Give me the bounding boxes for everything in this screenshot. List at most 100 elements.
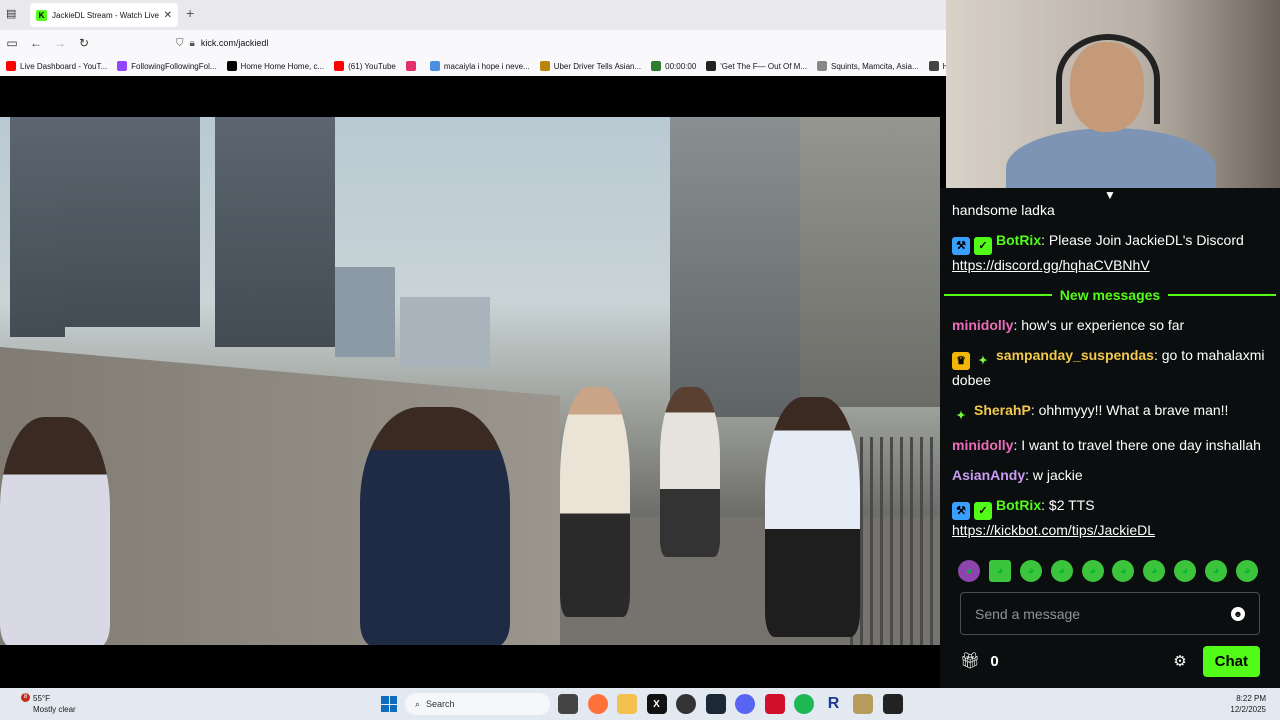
chat-message: ⚒ ✓ BotRix: Please Join JackieDL's Discord… xyxy=(952,230,1268,275)
app-icon[interactable]: X xyxy=(646,694,667,714)
discord-icon[interactable] xyxy=(735,694,755,714)
taskbar-search[interactable]: ⌕ Search xyxy=(405,693,550,715)
chat-message: handsome ladka xyxy=(952,200,1268,220)
sparkle-badge-icon[interactable]: ✦ xyxy=(952,407,970,425)
url-bar[interactable]: ⛉ 🔒︎ kick.com/jackiedl xyxy=(176,33,936,53)
bookmark-item[interactable]: FollowingFollowingFol... xyxy=(117,61,217,71)
points-count[interactable]: 0 xyxy=(990,653,998,670)
bookmark-item[interactable]: Home Home Home, c... xyxy=(226,61,324,71)
url-text: kick.com/jackiedl xyxy=(200,38,269,48)
chat-username[interactable]: BotRix xyxy=(996,232,1041,248)
chat-message: minidolly: I want to travel there one da… xyxy=(952,435,1268,455)
bookmark-favicon-icon xyxy=(405,61,416,71)
time: 8:22 PM xyxy=(1236,694,1266,703)
chat-username[interactable]: SherahP xyxy=(974,402,1031,418)
chat-input[interactable]: ☻ xyxy=(960,592,1260,635)
username-separator: : xyxy=(1025,467,1033,483)
crown-badge-icon[interactable]: ♛ xyxy=(952,352,970,370)
chat-username[interactable]: AsianAndy xyxy=(952,467,1025,483)
emote-icon[interactable]: ◕ xyxy=(1112,560,1135,582)
emote-icon[interactable]: ◕ xyxy=(1235,560,1258,582)
building xyxy=(670,117,810,417)
headset xyxy=(1056,34,1160,124)
emote-icon[interactable]: ◕ xyxy=(958,560,980,582)
chat-send-button[interactable]: Chat xyxy=(1202,645,1260,677)
bookmark-favicon-icon xyxy=(928,61,939,71)
r-icon[interactable]: R xyxy=(824,694,844,714)
railing xyxy=(850,437,940,645)
bookmark-label: (61) YouTube xyxy=(348,61,396,71)
tab-list-icon[interactable]: ▤ xyxy=(6,7,16,20)
emote-icon[interactable]: ◕ xyxy=(1143,560,1166,582)
bookmark-item[interactable]: (61) YouTube xyxy=(334,61,396,71)
emote-icon[interactable]: ◕ xyxy=(1174,560,1197,582)
chat-username[interactable]: minidolly xyxy=(952,317,1013,333)
obs-icon[interactable] xyxy=(676,694,696,714)
person xyxy=(0,417,110,645)
weather-widget[interactable]: 8 55°F Mostly clear xyxy=(18,693,76,715)
back-icon[interactable]: ← xyxy=(24,36,48,50)
person xyxy=(660,387,720,557)
chat-username[interactable]: sampanday_suspendas xyxy=(996,347,1154,363)
emote-icon[interactable]: ◕ xyxy=(1050,560,1073,582)
verified-badge-icon[interactable]: ✓ xyxy=(974,502,992,520)
bookmark-favicon-icon xyxy=(651,61,662,71)
emote-icon[interactable]: ◕ xyxy=(988,560,1011,582)
firefox-icon[interactable] xyxy=(587,694,608,714)
shield-icon[interactable]: ⛉ xyxy=(176,38,184,49)
sidebar-toggle-icon[interactable]: ▭ xyxy=(0,36,24,50)
app-icon[interactable] xyxy=(882,694,903,714)
emote-icon[interactable]: ◕ xyxy=(1081,560,1104,582)
building xyxy=(60,117,200,327)
browser-tab[interactable]: K JackieDL Stream - Watch Live o ✕ xyxy=(30,3,178,27)
chat-link[interactable]: https://kickbot.com/tips/JackieDL xyxy=(952,522,1155,538)
app-icon[interactable] xyxy=(764,694,785,714)
start-icon[interactable] xyxy=(381,696,397,712)
bookmark-favicon-icon xyxy=(429,61,440,71)
bookmark-item[interactable]: macaiyla i hope i neve... xyxy=(429,61,530,71)
emote-icon[interactable]: ◕ xyxy=(1205,560,1227,582)
new-tab-icon[interactable]: + xyxy=(186,5,194,21)
chat-username[interactable]: BotRix xyxy=(996,497,1041,513)
bookmark-item[interactable]: Live Dashboard - YouT... xyxy=(6,61,107,71)
bookmark-item[interactable]: How Much xyxy=(928,61,946,71)
bookmark-item[interactable]: 00:00:00 xyxy=(651,61,696,71)
steam-icon[interactable] xyxy=(705,694,726,714)
new-messages-label: New messages xyxy=(1059,287,1161,303)
bookmark-item[interactable] xyxy=(405,61,420,71)
chat-message-text: Please Join JackieDL's Discord xyxy=(1048,232,1244,248)
bot-badge-icon[interactable]: ⚒ xyxy=(952,502,970,520)
chat-message: AsianAndy: w jackie xyxy=(952,465,1268,485)
chat-message-text: I want to travel there one day inshallah xyxy=(1021,437,1261,453)
chat-message-text: ohhmyyy!! What a brave man!! xyxy=(1038,402,1229,418)
lock-icon[interactable]: 🔒︎ xyxy=(190,38,195,49)
chat-username[interactable]: minidolly xyxy=(952,437,1013,453)
emoji-picker-icon[interactable]: ☻ xyxy=(1231,606,1245,621)
bookmark-item[interactable]: Uber Driver Tells Asian... xyxy=(539,61,642,71)
sparkle-badge-icon[interactable]: ✦ xyxy=(974,352,992,370)
building xyxy=(335,267,395,357)
building xyxy=(215,117,335,347)
bookmark-favicon-icon xyxy=(334,61,345,71)
chat-panel: ▼ handsome ladka ⚒ ✓ BotRix: Please Join Ja… xyxy=(940,188,1280,688)
bookmark-label: Uber Driver Tells Asian... xyxy=(553,61,642,71)
bookmark-item[interactable]: Squints, Mamcita, Asia... xyxy=(817,61,919,71)
close-tab-icon[interactable]: ✕ xyxy=(164,10,172,21)
bot-badge-icon[interactable]: ⚒ xyxy=(952,237,970,255)
verified-badge-icon[interactable]: ✓ xyxy=(974,237,992,255)
reload-icon[interactable]: ↻ xyxy=(72,36,96,50)
gift-icon[interactable]: 🎁︎ xyxy=(960,651,980,671)
bookmark-favicon-icon xyxy=(117,61,128,71)
app-icon[interactable] xyxy=(853,694,873,714)
file-explorer-icon[interactable] xyxy=(617,694,637,714)
task-view-icon[interactable] xyxy=(558,694,578,714)
clock[interactable]: 8:22 PM 12/2/2025 xyxy=(1230,693,1266,715)
forward-icon[interactable]: → xyxy=(48,36,72,50)
chat-link[interactable]: https://discord.gg/hqhaCVBNhV xyxy=(952,257,1150,273)
spotify-icon[interactable] xyxy=(794,694,814,714)
bookmark-item[interactable]: 'Get The F— Out Of M... xyxy=(706,61,807,71)
settings-icon[interactable]: ⚙ xyxy=(1173,652,1186,670)
emote-icon[interactable]: ◕ xyxy=(1019,560,1042,582)
stream-video[interactable] xyxy=(0,117,940,645)
message-input[interactable] xyxy=(975,605,1231,622)
